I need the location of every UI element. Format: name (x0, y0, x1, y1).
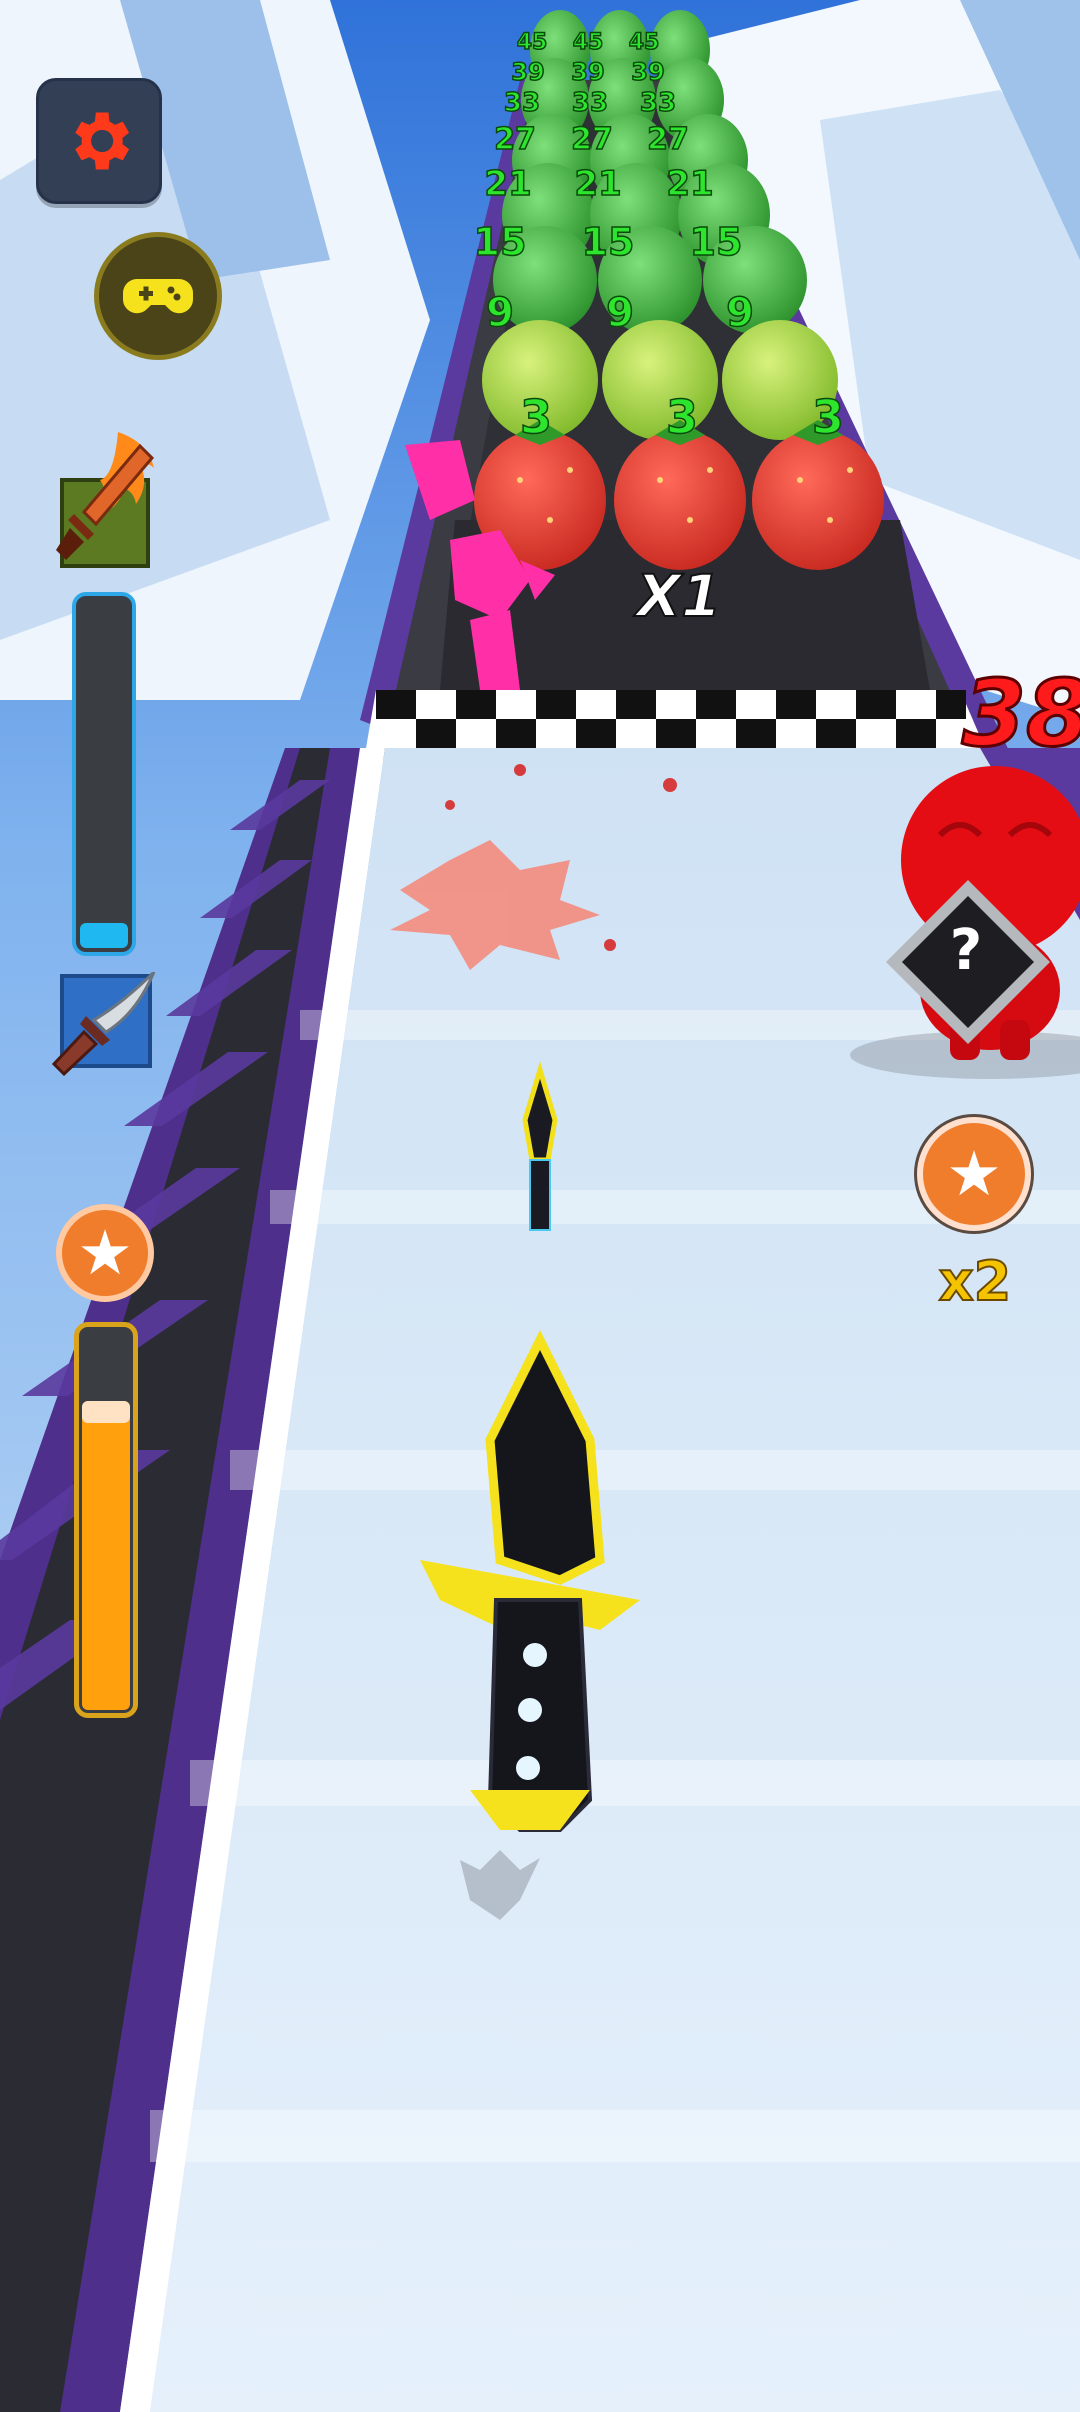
fruit-value: 3 (811, 389, 845, 445)
fruit-value: 21 (666, 163, 715, 205)
fruit-value: 9 (725, 289, 754, 337)
fruit-value: 15 (473, 219, 527, 265)
mystery-symbol: ? (949, 918, 983, 983)
fruit-value: 15 (689, 219, 743, 265)
star-icon: ★ (946, 1137, 1002, 1210)
settings-button[interactable] (36, 78, 162, 204)
boost-meter-fill (82, 1401, 130, 1710)
fruit-value: 33 (639, 87, 677, 119)
fruit-value: 3 (665, 389, 699, 445)
star-multiplier: x2 (938, 1249, 1012, 1314)
star-boost-button[interactable]: ★ (56, 1204, 154, 1302)
fruit-value: 21 (574, 163, 623, 205)
weapon-slot-primary[interactable] (48, 428, 168, 576)
fruit-value: 27 (646, 121, 689, 158)
flaming-sword-icon (56, 432, 155, 568)
star-icon: ★ (77, 1216, 133, 1289)
fruit-value: 21 (484, 163, 533, 205)
combo-count: 38 (960, 659, 1080, 769)
fruit-value: 45 (628, 29, 660, 56)
game-scene (0, 0, 1080, 2412)
finish-line (366, 690, 985, 748)
fruit-value: 3 (519, 389, 553, 445)
fruit-value: 15 (581, 219, 635, 265)
star-multiplier-button[interactable]: ★ (914, 1114, 1034, 1234)
gear-icon (75, 112, 130, 170)
fruit-value: 9 (485, 289, 514, 337)
fruit-value: 9 (605, 289, 634, 337)
weapon-slot-secondary[interactable] (50, 970, 162, 1077)
power-meter (72, 592, 136, 956)
gamepad-button[interactable] (94, 232, 222, 360)
fruit-value: 39 (631, 57, 666, 87)
boost-meter (74, 1322, 138, 1718)
dagger-icon (51, 970, 156, 1077)
gate-multiplier-label: X1 (635, 561, 722, 631)
power-meter-fill (80, 923, 128, 948)
gamepad-icon (123, 279, 193, 314)
